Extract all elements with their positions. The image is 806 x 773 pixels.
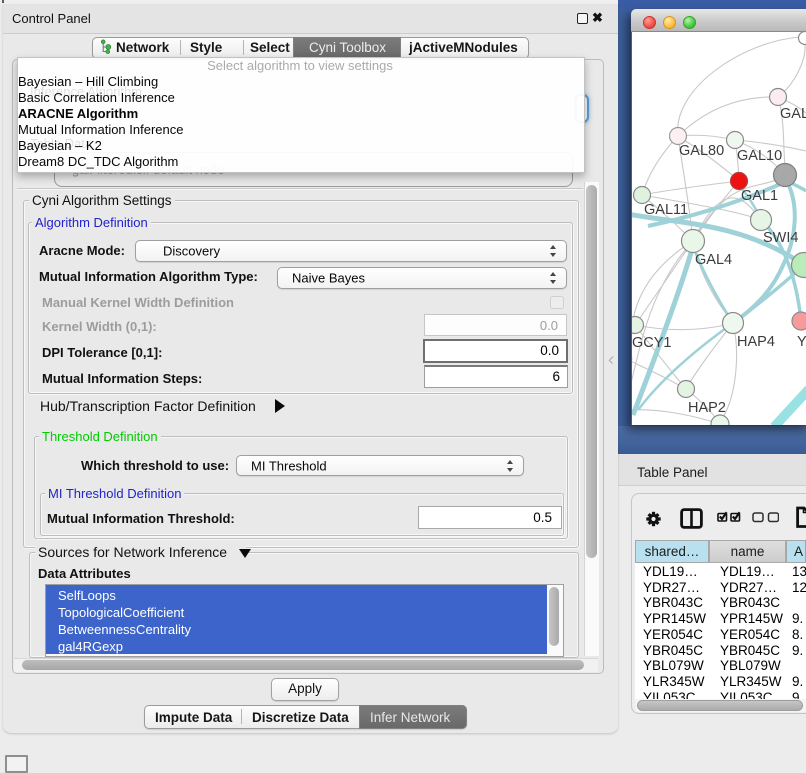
svg-text:GAL80: GAL80 xyxy=(679,143,724,159)
svg-text:GAL7: GAL7 xyxy=(780,106,806,122)
svg-text:HAP4: HAP4 xyxy=(737,334,775,350)
svg-text:GAL4: GAL4 xyxy=(695,252,732,268)
svg-text:GAL1: GAL1 xyxy=(741,188,778,204)
svg-text:Y: Y xyxy=(797,334,806,350)
svg-text:GAL11: GAL11 xyxy=(644,202,688,218)
svg-text:GCY1: GCY1 xyxy=(632,335,672,351)
svg-text:SWI4: SWI4 xyxy=(763,230,798,246)
svg-text:HAP2: HAP2 xyxy=(688,400,726,416)
svg-text:GAL10: GAL10 xyxy=(737,148,782,164)
